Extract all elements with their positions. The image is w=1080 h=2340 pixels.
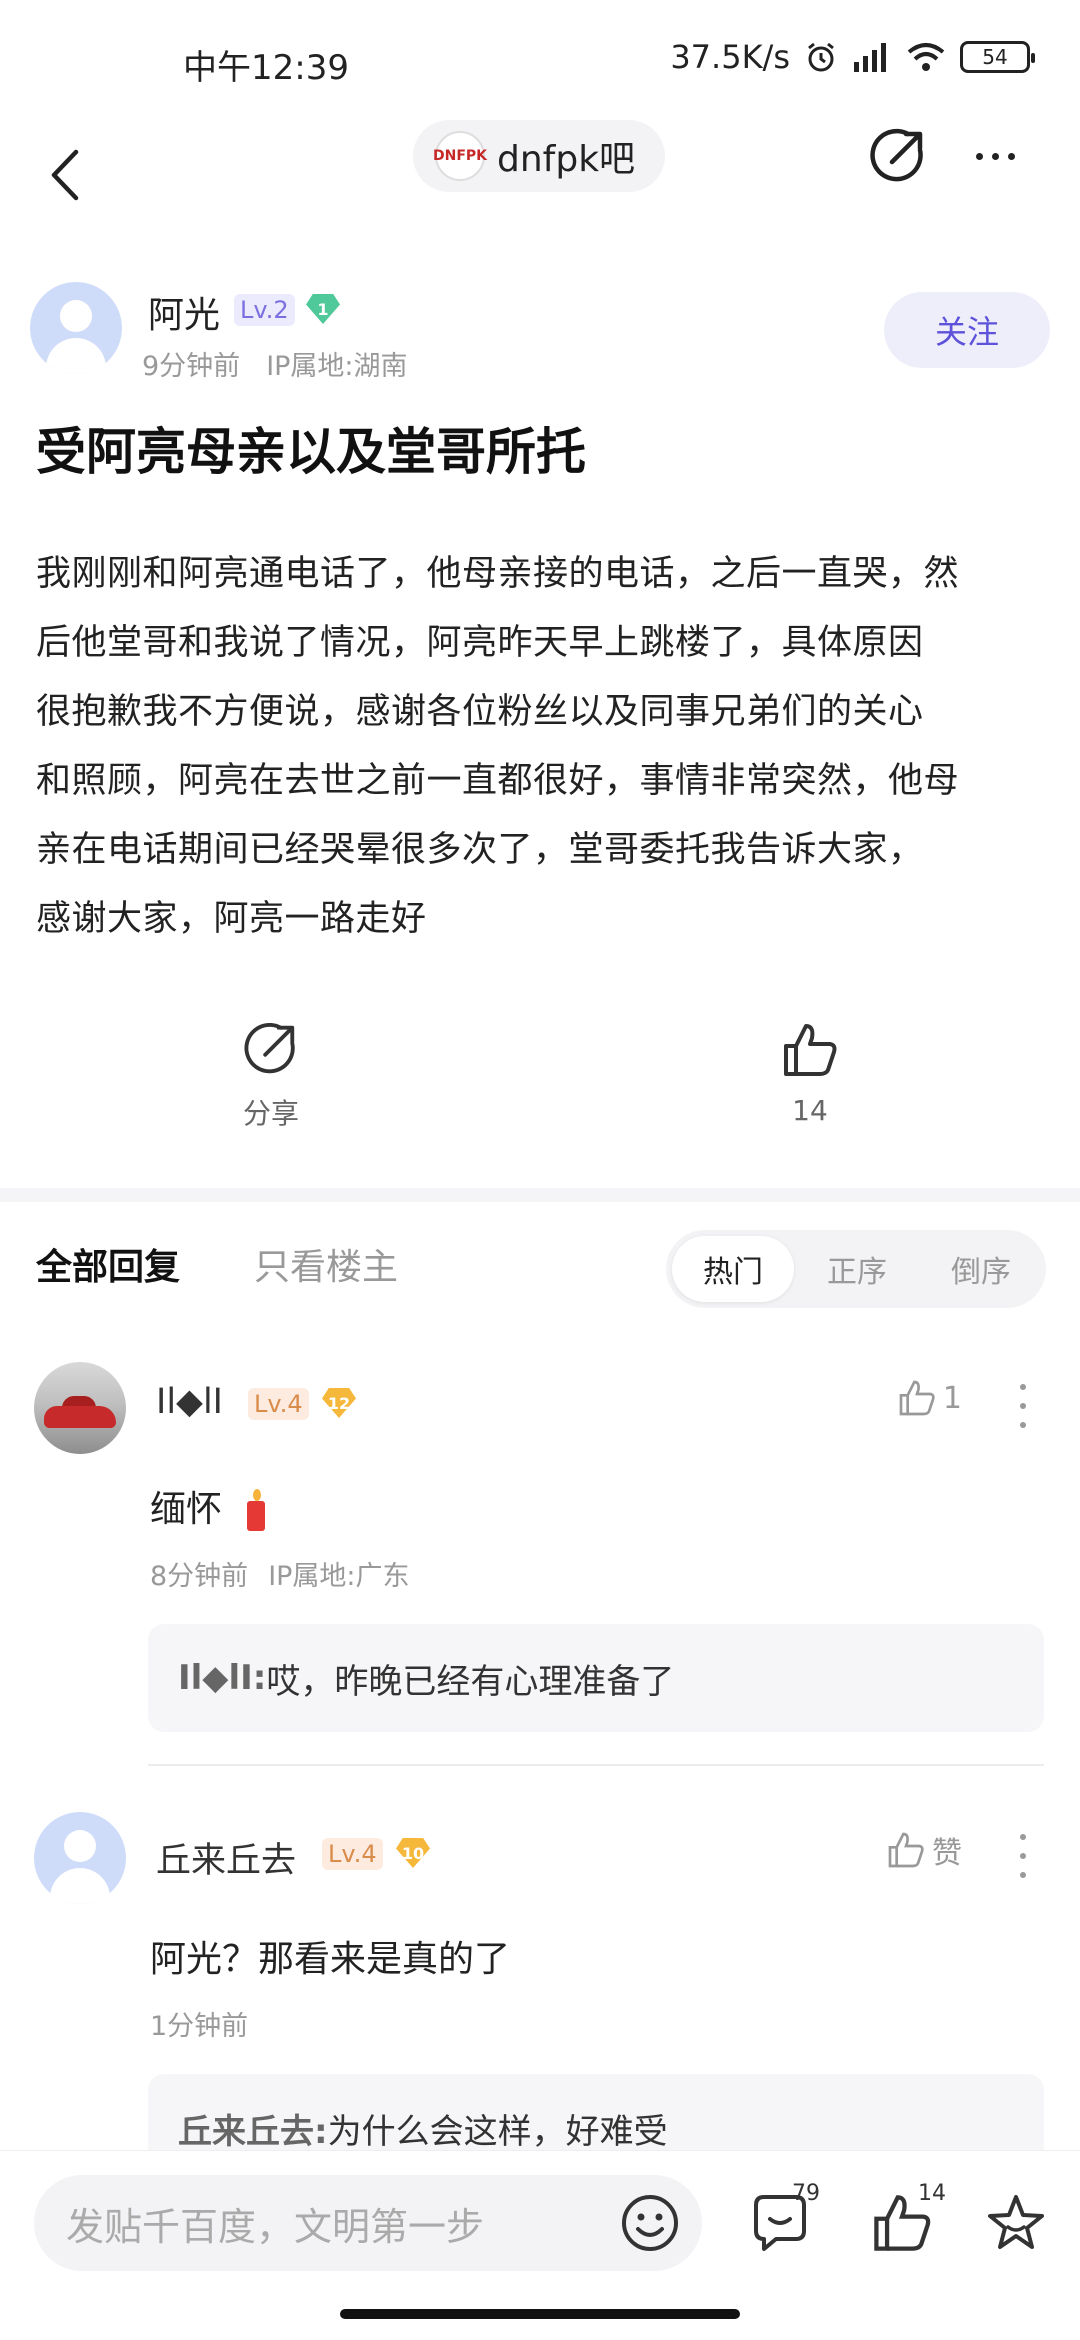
network-speed: 37.5K/s — [670, 38, 790, 76]
commenter-name[interactable]: 丘来丘去 — [156, 1832, 296, 1883]
commenter-gem-badge: 10 — [396, 1838, 430, 1868]
comment-text: 阿光？那看来是真的了 — [150, 1939, 511, 1980]
chevron-left-icon — [51, 149, 79, 201]
status-time: 中午12:39 — [183, 48, 349, 88]
comment-meta: 8分钟前 IP属地:广东 — [150, 1554, 410, 1593]
author-level-badge: Lv.2 — [234, 294, 295, 326]
home-indicator — [340, 2309, 740, 2319]
comment-time: 1分钟前 — [150, 2011, 249, 2042]
reply-author: Il◆lI: — [178, 1658, 267, 1698]
comment-like-label: 赞 — [932, 1836, 962, 1871]
post-body-line: 和照顾，阿亮在去世之前一直都很好，事情非常突然，他母 — [36, 761, 960, 801]
bottom-bar: 发贴千百度，文明第一步 79 14 — [0, 2150, 1080, 2340]
favorite-button[interactable] — [984, 2191, 1048, 2255]
comment-text: 缅怀 — [150, 1480, 267, 1533]
reply-text: 哎，昨晚已经有心理准备了 — [266, 1661, 675, 1702]
share-button[interactable] — [868, 126, 928, 186]
more-button[interactable] — [960, 126, 1030, 186]
post-ip: IP属地:湖南 — [266, 351, 408, 382]
back-button[interactable] — [40, 130, 90, 220]
tab-all-replies[interactable]: 全部回复 — [36, 1238, 180, 1290]
post-body-line: 感谢大家，阿亮一路走好 — [36, 899, 427, 939]
follow-button[interactable]: 关注 — [884, 292, 1050, 368]
comment-like-button[interactable]: 赞 — [886, 1828, 962, 1872]
commenter-avatar[interactable] — [34, 1362, 126, 1454]
post-body-line: 亲在电话期间已经哭晕很多次了，堂哥委托我告诉大家， — [36, 830, 924, 870]
author-name[interactable]: 阿光 — [148, 286, 220, 338]
post-body-line: 很抱歉我不方便说，感谢各位粉丝以及同事兄弟们的关心 — [36, 692, 924, 732]
share-icon — [244, 1022, 295, 1074]
reply-text: 为什么会这样，好难受 — [327, 2111, 668, 2152]
thumbs-up-icon — [784, 1024, 837, 1076]
commenter-gem-badge: 12 — [322, 1388, 356, 1418]
comment-ip: IP属地:广东 — [268, 1561, 410, 1592]
nav-bar: DNFPK dnfpk吧 — [0, 120, 1080, 230]
comment-like-button[interactable]: 1 — [897, 1378, 962, 1418]
emoji-icon — [622, 2195, 678, 2251]
comment-divider — [148, 1764, 1044, 1766]
battery-level: 54 — [982, 45, 1008, 69]
commenter-level-badge: Lv.4 — [248, 1388, 309, 1420]
author-meta: 9分钟前 IP属地:湖南 — [142, 344, 408, 383]
thumbs-up-icon — [899, 1380, 935, 1416]
comment-text-content: 缅怀 — [150, 1489, 223, 1530]
post-author: 阿光 Lv.2 1 9分钟前 IP属地:湖南 关注 — [30, 282, 1050, 382]
sort-hot[interactable]: 热门 — [672, 1236, 794, 1302]
more-dot — [1007, 152, 1015, 160]
commenter-avatar[interactable] — [34, 1812, 126, 1904]
author-avatar[interactable] — [30, 282, 122, 374]
status-bar: 中午12:39 37.5K/s 54 — [0, 0, 1080, 120]
forum-entry[interactable]: DNFPK dnfpk吧 — [413, 120, 665, 192]
comment-more-button[interactable] — [1018, 1384, 1028, 1428]
post-like-button[interactable]: 14 — [730, 1020, 890, 1127]
post-actions: 分享 14 — [0, 1020, 1080, 1170]
thumbs-up-icon — [888, 1832, 924, 1868]
sort-toggle: 热门 正序 倒序 — [666, 1230, 1046, 1308]
candle-icon — [245, 1489, 267, 1533]
forum-name: dnfpk吧 — [497, 139, 636, 180]
author-gem-badge: 1 — [306, 294, 340, 324]
comment-count-badge: 79 — [792, 2181, 820, 2206]
like-count-badge: 14 — [918, 2181, 946, 2206]
comment-time: 8分钟前 — [150, 1561, 249, 1592]
comment-item: Il◆lI Lv.4 12 1 缅怀 8分钟前 IP属地:广东 Il◆lI: 哎，… — [0, 1362, 1080, 1782]
reply-author: 丘来丘去: — [178, 2111, 328, 2152]
reply-tabs: 全部回复 只看楼主 热门 正序 倒序 — [36, 1230, 1046, 1310]
commenter-name[interactable]: Il◆lI — [156, 1382, 223, 1422]
commenter-level-badge: Lv.4 — [322, 1838, 383, 1870]
share-icon — [870, 128, 923, 182]
wifi-icon — [907, 43, 945, 71]
post-body: 我刚刚和阿亮通电话了，他母亲接的电话，之后一直哭，然 后他堂哥和我说了情况，阿亮… — [36, 540, 1056, 954]
forum-logo: DNFPK — [433, 131, 488, 181]
post-body-line: 后他堂哥和我说了情况，阿亮昨天早上跳楼了，具体原因 — [36, 623, 924, 663]
forum-logo-text: DNFPK — [433, 148, 488, 164]
post-body-line: 我刚刚和阿亮通电话了，他母亲接的电话，之后一直哭，然 — [36, 554, 960, 594]
comment-like-count: 1 — [942, 1380, 962, 1416]
star-icon — [988, 2195, 1044, 2249]
status-icons: 37.5K/s 54 — [670, 38, 1035, 76]
comment-reply-preview[interactable]: Il◆lI: 哎，昨晚已经有心理准备了 — [148, 1624, 1044, 1732]
like-count: 14 — [792, 1094, 828, 1127]
signal-icon — [854, 43, 886, 72]
emoji-button[interactable] — [620, 2193, 680, 2253]
comment-more-button[interactable] — [1018, 1834, 1028, 1878]
comment-item: 丘来丘去 Lv.4 10 赞 阿光？那看来是真的了 1分钟前 丘来丘去: 为什么… — [0, 1812, 1080, 2182]
tab-op-only[interactable]: 只看楼主 — [254, 1238, 398, 1290]
more-dot — [991, 152, 999, 160]
sort-descending[interactable]: 倒序 — [920, 1236, 1042, 1302]
post-title: 受阿亮母亲以及堂哥所托 — [36, 423, 586, 481]
post-time: 9分钟前 — [142, 351, 241, 382]
alarm-icon — [808, 42, 834, 72]
reply-input-placeholder: 发贴千百度，文明第一步 — [66, 2204, 485, 2249]
share-label: 分享 — [242, 1097, 299, 1130]
battery-icon: 54 — [960, 41, 1035, 73]
post-share-button[interactable]: 分享 — [191, 1020, 351, 1132]
reply-input[interactable]: 发贴千百度，文明第一步 — [34, 2175, 702, 2271]
comment-meta: 1分钟前 — [150, 2004, 248, 2043]
more-dot — [975, 152, 983, 160]
sort-ascending[interactable]: 正序 — [796, 1236, 918, 1302]
section-divider — [0, 1188, 1080, 1202]
